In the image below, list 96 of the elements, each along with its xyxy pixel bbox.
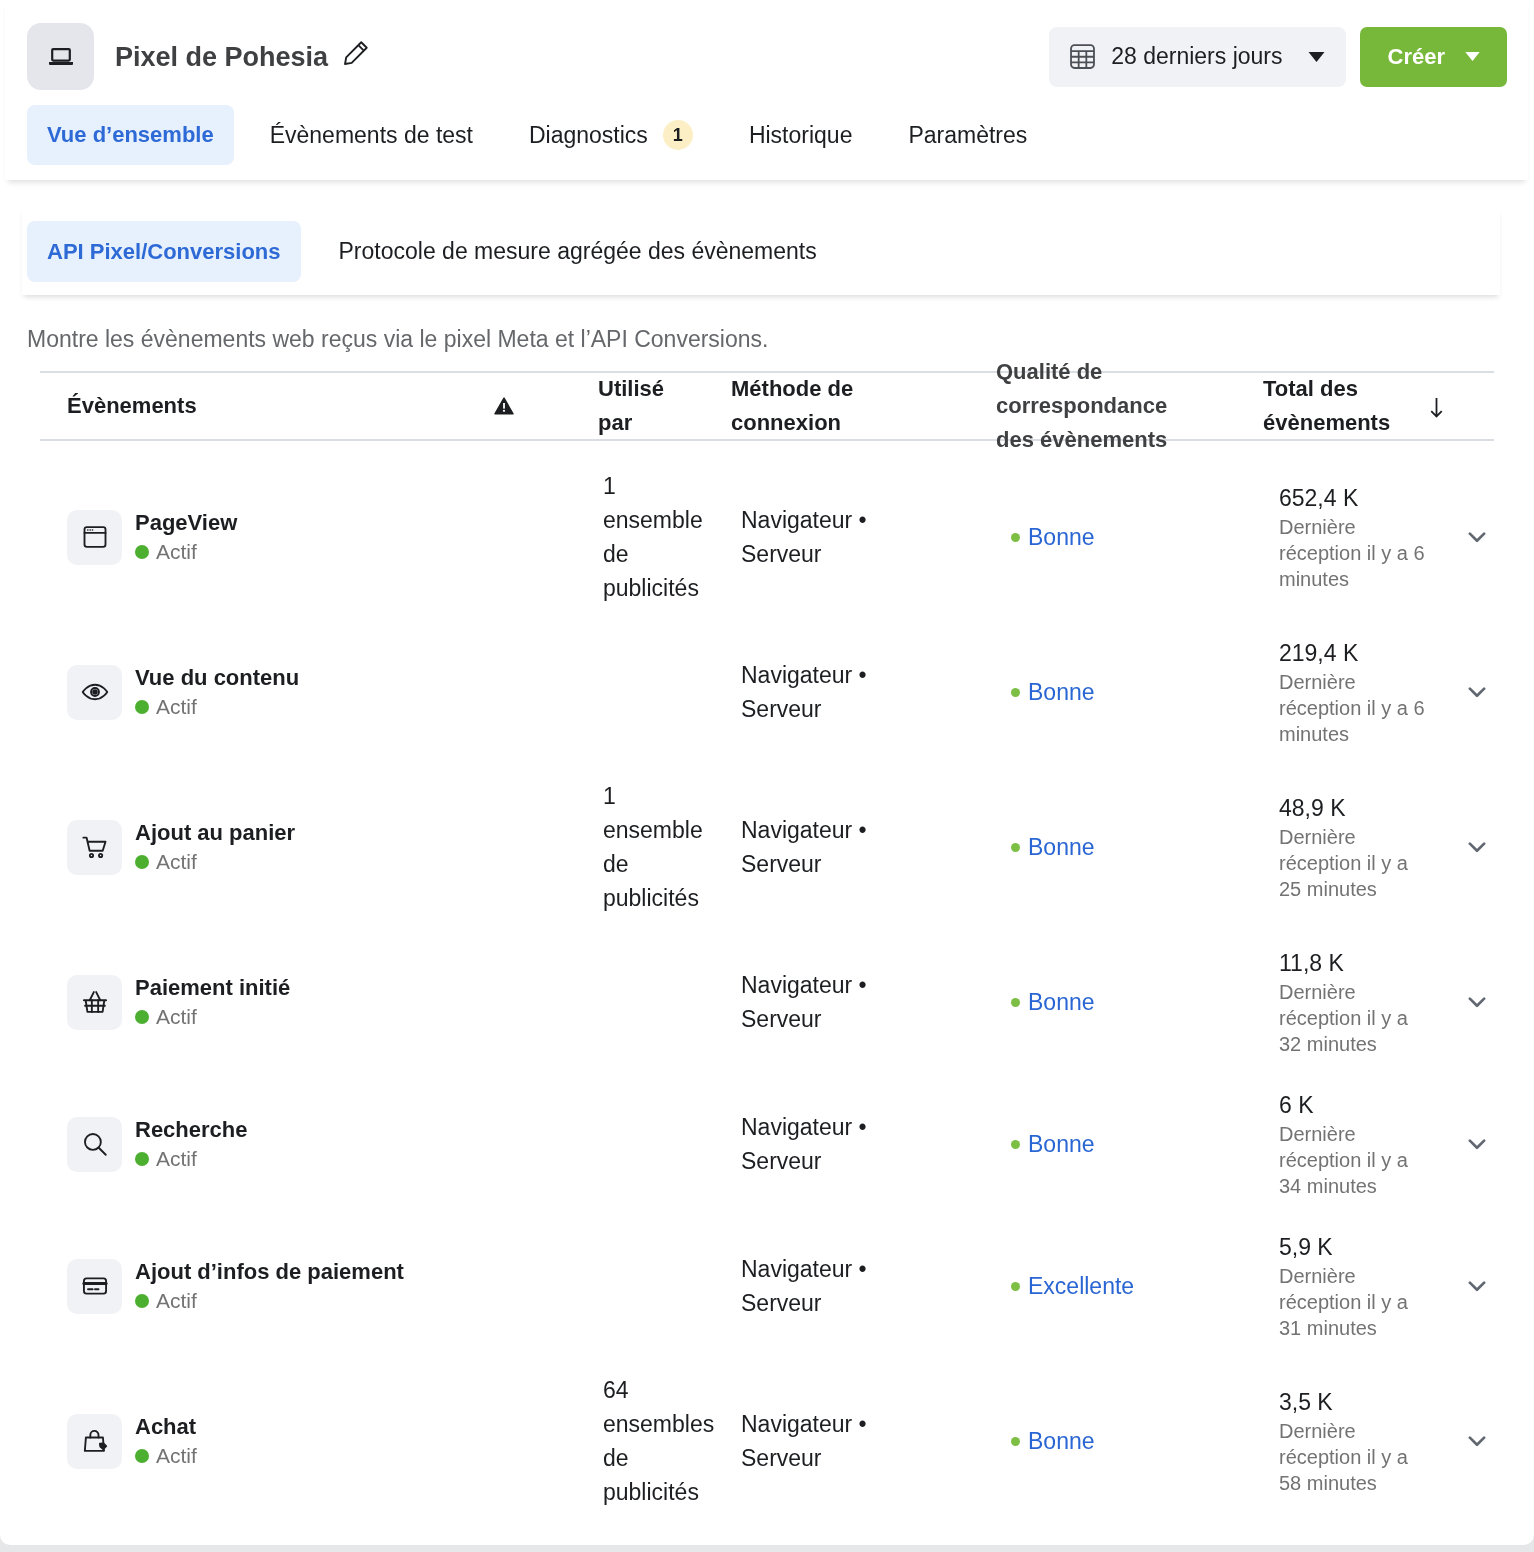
caret-icon	[1307, 51, 1325, 62]
event-total: 652,4 K	[1279, 484, 1360, 513]
event-total: 6 K	[1279, 1091, 1315, 1120]
browser-window-icon	[67, 509, 122, 565]
pixel-title: Pixel de Pohesia	[115, 40, 329, 74]
tab[interactable]: Évènements de test	[249, 105, 493, 165]
quality-dot-icon	[1011, 1139, 1020, 1149]
status-dot-icon	[135, 700, 149, 714]
event-total: 48,9 K	[1279, 794, 1347, 823]
connection-method: Navigateur • Serveur	[741, 971, 868, 1034]
count-badge: 1	[662, 120, 693, 150]
used-by-text: 1 ensemble de publicités	[603, 472, 704, 603]
last-received-text: Dernière réception il y a 25 minutes	[1279, 825, 1409, 902]
quality-dot-icon	[1011, 687, 1020, 697]
subtab[interactable]: API Pixel/Conversions	[27, 221, 301, 282]
sort-arrow-icon[interactable]	[1430, 396, 1443, 418]
last-received-text: Dernière réception il y a 32 minutes	[1279, 980, 1409, 1057]
column-header: Méthode de connexion	[731, 375, 855, 437]
chevron-down-icon[interactable]	[1468, 996, 1486, 1008]
connection-method: Navigateur • Serveur	[741, 661, 868, 724]
warning-icon	[494, 397, 514, 415]
event-total: 5,9 K	[1279, 1233, 1334, 1262]
status-text: Actif	[156, 694, 197, 720]
connection-method: Navigateur • Serveur	[741, 1113, 868, 1176]
quality-link[interactable]: Excellente	[1028, 1271, 1135, 1301]
status-text: Actif	[156, 1443, 197, 1469]
connection-method: Navigateur • Serveur	[741, 506, 868, 569]
chevron-down-icon[interactable]	[1468, 1138, 1486, 1150]
last-received-text: Dernière réception il y a 6 minutes	[1279, 515, 1426, 592]
status-dot-icon	[135, 545, 149, 559]
tab[interactable]: Vue d’ensemble	[27, 105, 234, 165]
used-by-text: 1 ensemble de publicités	[603, 782, 704, 913]
date-range-button[interactable]: 28 derniers jours	[1049, 26, 1346, 87]
column-header: Total des évènements	[1263, 375, 1392, 437]
last-received-text: Dernière réception il y a 58 minutes	[1279, 1419, 1409, 1496]
status-dot-icon	[135, 1152, 149, 1166]
chevron-down-icon[interactable]	[1468, 686, 1486, 698]
event-name: Recherche	[135, 1116, 248, 1144]
status-dot-icon	[135, 1449, 149, 1463]
quality-link[interactable]: Bonne	[1028, 832, 1095, 862]
status-dot-icon	[135, 1294, 149, 1308]
last-received-text: Dernière réception il y a 34 minutes	[1279, 1122, 1409, 1199]
status-text: Actif	[156, 1146, 197, 1172]
shopping-bag-icon	[67, 1413, 122, 1469]
event-name: PageView	[135, 509, 238, 537]
quality-dot-icon	[1011, 842, 1020, 852]
tab[interactable]: Paramètres	[888, 105, 1048, 165]
chevron-down-icon[interactable]	[1468, 841, 1486, 853]
event-name: Paiement initié	[135, 974, 291, 1002]
quality-dot-icon	[1011, 1436, 1020, 1446]
pencil-icon[interactable]	[342, 38, 371, 67]
search-icon	[67, 1116, 122, 1172]
event-total: 11,8 K	[1279, 949, 1345, 978]
last-received-text: Dernière réception il y a 31 minutes	[1279, 1264, 1409, 1341]
quality-dot-icon	[1011, 997, 1020, 1007]
event-name: Ajout d’infos de paiement	[135, 1258, 404, 1286]
quality-dot-icon	[1011, 532, 1020, 542]
status-text: Actif	[156, 539, 197, 565]
cart-icon	[67, 819, 122, 875]
quality-link[interactable]: Bonne	[1028, 677, 1095, 707]
status-text: Actif	[156, 849, 197, 875]
event-name: Vue du contenu	[135, 664, 300, 692]
event-name: Achat	[135, 1413, 197, 1441]
connection-method: Navigateur • Serveur	[741, 816, 868, 879]
quality-link[interactable]: Bonne	[1028, 1426, 1095, 1456]
calendar-icon	[1069, 43, 1097, 70]
last-received-text: Dernière réception il y a 6 minutes	[1279, 670, 1426, 747]
tab[interactable]: Diagnostics 1	[509, 105, 713, 165]
chevron-down-icon[interactable]	[1468, 1435, 1486, 1447]
credit-card-icon	[67, 1258, 122, 1314]
event-total: 219,4 K	[1279, 639, 1360, 668]
status-text: Actif	[156, 1004, 197, 1030]
subtab[interactable]: Protocole de mesure agrégée des évènements	[318, 221, 837, 282]
status-dot-icon	[135, 855, 149, 869]
chevron-down-icon[interactable]	[1468, 531, 1486, 543]
description-text: Montre les évènements web reçus via le pixel Meta et l’API Conversions.	[27, 325, 770, 354]
connection-method: Navigateur • Serveur	[741, 1255, 868, 1318]
chevron-down-icon[interactable]	[1468, 1280, 1486, 1292]
column-header: Qualité de correspondance des évènements	[996, 358, 1169, 454]
quality-dot-icon	[1011, 1281, 1020, 1291]
connection-method: Navigateur • Serveur	[741, 1410, 868, 1473]
quality-link[interactable]: Bonne	[1028, 1129, 1095, 1159]
status-text: Actif	[156, 1288, 197, 1314]
event-name: Ajout au panier	[135, 819, 296, 847]
quality-link[interactable]: Bonne	[1028, 522, 1095, 552]
basket-icon	[67, 974, 122, 1030]
event-total: 3,5 K	[1279, 1388, 1334, 1417]
used-by-text: 64 ensembles de publicités	[603, 1376, 713, 1507]
caret-icon	[1465, 52, 1480, 61]
quality-link[interactable]: Bonne	[1028, 987, 1095, 1017]
tab[interactable]: Historique	[728, 105, 873, 165]
status-dot-icon	[135, 1010, 149, 1024]
laptop-icon	[27, 23, 94, 90]
eye-icon	[67, 664, 122, 720]
column-header: Évènements	[67, 392, 197, 420]
column-header: Utilisé par	[598, 375, 666, 437]
